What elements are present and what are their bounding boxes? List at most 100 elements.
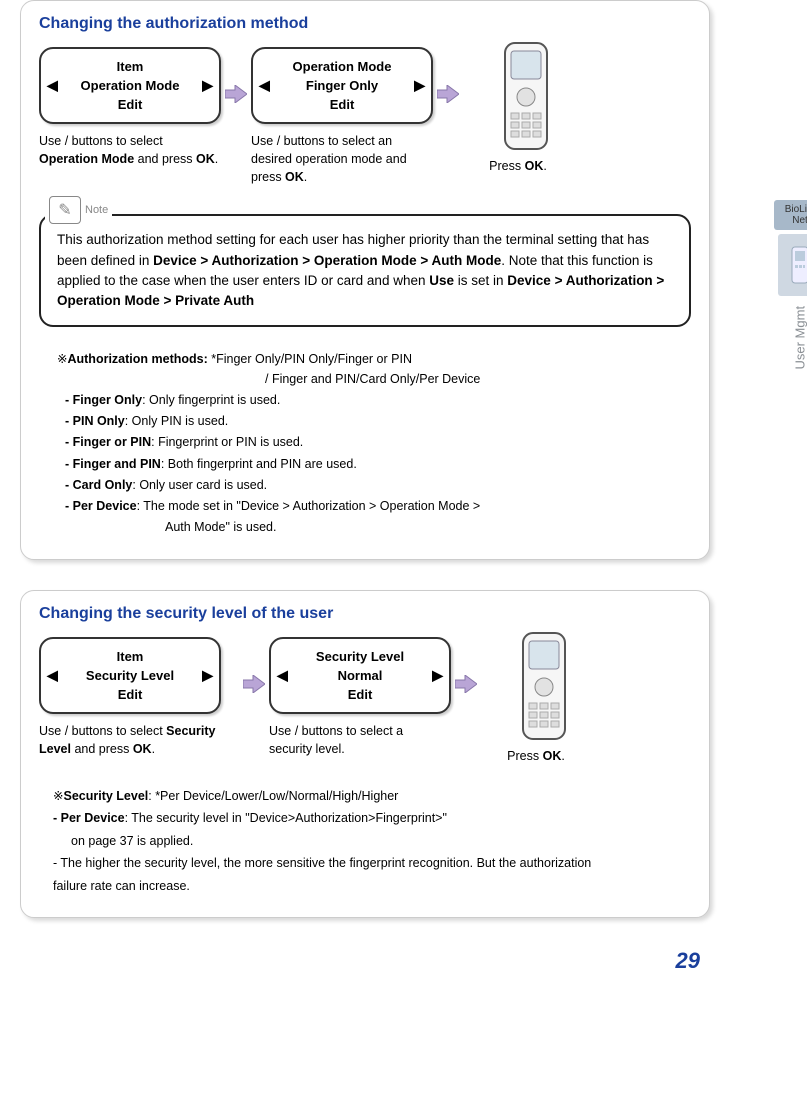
box1-line2: Operation Mode [81,78,180,93]
txt: : Only fingerprint is used. [142,393,280,407]
txt: : Only PIN is used. [125,414,229,428]
left-arrow-icon: ◀ [45,77,60,94]
step1-caption: Use / buttons to select Security Level a… [39,722,239,758]
section-title: Changing the authorization method [39,15,691,33]
step-3: Press OK. [481,637,591,763]
txt: OK [196,152,215,166]
step2-caption: Use / buttons to select an desired opera… [251,132,411,186]
box2-line2: Normal [338,668,383,683]
product-badge: BioLite Net [774,200,807,230]
left-arrow-icon: ◀ [257,77,272,94]
txt: - Finger Only [65,393,142,407]
product-thumb [778,234,807,296]
next-arrow-icon [243,675,265,693]
box2-line1: Security Level [316,649,404,664]
txt: Security Level [63,789,148,803]
method-per-device-2: Auth Mode" is used. [165,517,691,538]
method-pin-only: - PIN Only: Only PIN is used. [65,411,691,432]
note-content: This authorization method setting for ea… [39,214,691,327]
next-arrow-icon [455,675,477,693]
txt: : Both fingerprint and PIN are used. [161,457,357,471]
section-security-level: Changing the security level of the user … [20,590,710,919]
sl-per-device-2: on page 37 is applied. [71,830,691,853]
box1-line3: Edit [118,97,143,112]
method-finger-or-pin: - Finger or PIN: Fingerprint or PIN is u… [65,432,691,453]
screen-box-2: Security Level ◀ Normal ▶ Edit [269,637,451,714]
txt: . [215,152,218,166]
txt: : *Per Device/Lower/Low/Normal/High/High… [148,789,398,803]
section-auth-method: Changing the authorization method Item ◀… [20,0,710,560]
txt: is set in [454,273,507,288]
txt: and press [134,152,196,166]
box2-line2: Finger Only [306,78,378,93]
txt: - PIN Only [65,414,125,428]
txt: . [152,742,155,756]
box1-line2: Security Level [86,668,174,683]
side-tab: BioLite Net User Mgmt [774,200,807,351]
txt: - Finger or PIN [65,435,151,449]
right-arrow-icon: ▶ [430,667,445,684]
txt: OK [133,742,152,756]
txt: ※ [57,352,67,366]
security-level-notes: ※Security Level: *Per Device/Lower/Low/N… [39,785,691,898]
steps-row: Item ◀ Operation Mode ▶ Edit Use / butto… [39,47,691,186]
box2-line3: Edit [348,687,373,702]
txt: : Only user card is used. [132,478,267,492]
note-tag: ✎ Note [45,196,112,224]
txt: . [304,170,307,184]
txt: Use [429,273,454,288]
txt: Operation Mode [39,152,134,166]
txt: Device > Authorization > Operation Mode … [153,253,501,268]
txt: - Per Device [65,499,137,513]
txt: : Fingerprint or PIN is used. [151,435,303,449]
txt: OK [285,170,304,184]
auth-methods-list: ※Authorization methods: *Finger Only/PIN… [39,349,691,538]
step-2: Operation Mode ◀ Finger Only ▶ Edit Use … [251,47,433,186]
box2-line1: Operation Mode [293,59,392,74]
device-icon [486,41,566,151]
screen-box-2: Operation Mode ◀ Finger Only ▶ Edit [251,47,433,124]
method-card-only: - Card Only: Only user card is used. [65,475,691,496]
next-arrow-icon [225,85,247,103]
step-2: Security Level ◀ Normal ▶ Edit Use / but… [269,637,451,758]
step-1: Item ◀ Operation Mode ▶ Edit Use / butto… [39,47,221,168]
txt: Authorization methods: [67,352,207,366]
box1-line3: Edit [118,687,143,702]
page: BioLite Net User Mgmt Changing the autho… [0,0,730,984]
txt: Use / buttons to select [39,134,163,148]
note-icon: ✎ [49,196,81,224]
txt: Use / buttons to select an desired opera… [251,134,407,184]
txt: - Finger and PIN [65,457,161,471]
box1-line1: Item [117,649,144,664]
methods-header: ※Authorization methods: *Finger Only/PIN… [57,349,691,370]
sl-header: ※Security Level: *Per Device/Lower/Low/N… [53,785,691,808]
method-per-device: - Per Device: The mode set in "Device > … [65,496,691,517]
box1-line1: Item [117,59,144,74]
txt: : The security level in "Device>Authoriz… [125,811,447,825]
section-title: Changing the security level of the user [39,605,691,623]
next-arrow-icon [437,85,459,103]
txt: - Card Only [65,478,132,492]
txt: - Per Device [53,811,125,825]
right-arrow-icon: ▶ [412,77,427,94]
txt: Press [489,159,524,173]
txt: ※ [53,789,63,803]
step3-caption: Press OK. [481,749,591,763]
steps-row: Item ◀ Security Level ▶ Edit Use / butto… [39,637,691,763]
page-number: 29 [20,948,710,974]
txt: and press [71,742,133,756]
method-finger-only: - Finger Only: Only fingerprint is used. [65,390,691,411]
step3-caption: Press OK. [463,159,573,173]
left-arrow-icon: ◀ [45,667,60,684]
step1-caption: Use / buttons to select Operation Mode a… [39,132,219,168]
methods-sub: / Finger and PIN/Card Only/Per Device [265,369,691,390]
txt: Use / buttons to select [39,724,166,738]
screen-box-1: Item ◀ Security Level ▶ Edit [39,637,221,714]
txt: . [561,749,564,763]
box2-line3: Edit [330,97,355,112]
device-icon [504,631,584,741]
step-1: Item ◀ Security Level ▶ Edit Use / butto… [39,637,239,758]
txt: OK [543,749,562,763]
section-label: User Mgmt [793,318,807,370]
screen-box-1: Item ◀ Operation Mode ▶ Edit [39,47,221,124]
